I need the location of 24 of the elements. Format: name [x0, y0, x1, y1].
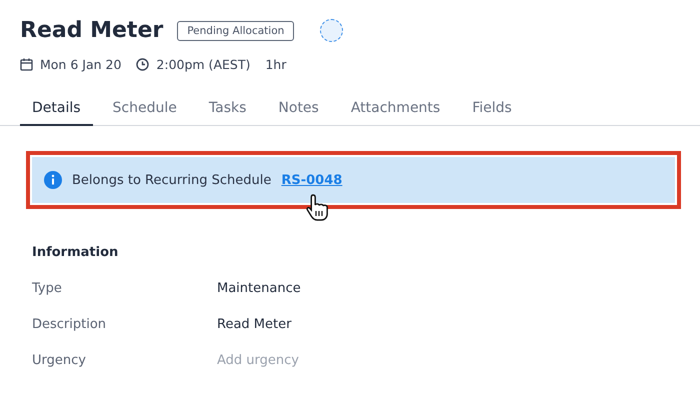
status-badge: Pending Allocation: [177, 20, 294, 40]
tab[interactable]: Attachments: [338, 94, 452, 126]
field-label: Description: [32, 316, 108, 332]
tab[interactable]: Schedule: [100, 94, 189, 126]
calendar-icon: [20, 58, 33, 71]
section-heading: Information: [32, 245, 120, 260]
time-text: 2:00pm (AEST): [156, 57, 250, 72]
clock-icon: [136, 58, 150, 71]
tab[interactable]: Details: [20, 94, 93, 126]
banner-text: Belongs to Recurring Schedule: [72, 172, 272, 188]
field-label: Type: [32, 280, 63, 296]
avatar-placeholder[interactable]: [320, 19, 344, 42]
field-label: Urgency: [32, 352, 87, 368]
tab[interactable]: Notes: [266, 94, 331, 126]
page-title: Read Meter: [20, 18, 164, 43]
tab[interactable]: Tasks: [196, 94, 258, 126]
date-text: Mon 6 Jan 20: [40, 57, 122, 72]
field-value: Maintenance: [217, 280, 301, 296]
field-value: Read Meter: [217, 316, 292, 332]
schedule-link[interactable]: RS-0048: [281, 172, 342, 188]
add-urgency-link[interactable]: Add urgency: [217, 352, 299, 368]
duration-text: 1hr: [265, 57, 286, 72]
info-icon: [44, 171, 62, 189]
tab[interactable]: Fields: [460, 94, 524, 126]
